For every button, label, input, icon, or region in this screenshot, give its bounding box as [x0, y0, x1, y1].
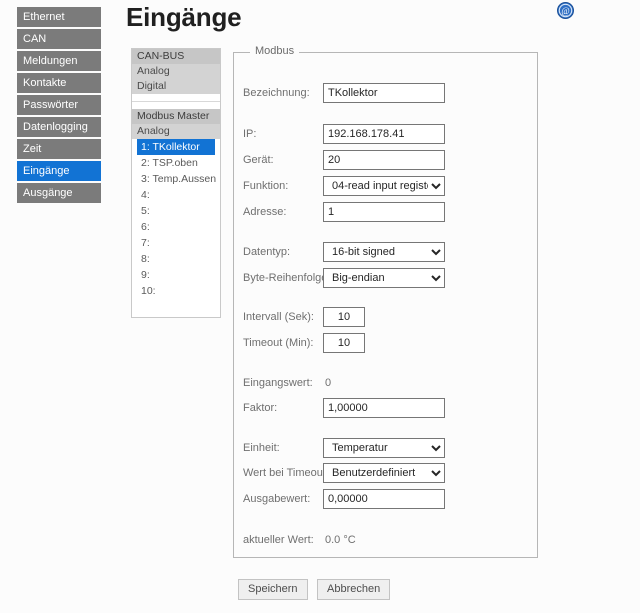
app-root: EthernetCANMeldungenKontaktePasswörterDa…: [0, 0, 640, 613]
tree-sub-analog[interactable]: Analog: [132, 124, 220, 139]
wert-bei-timeout-select[interactable]: Benutzerdefiniert: [323, 463, 445, 483]
sidebar-item-meldungen[interactable]: Meldungen: [17, 51, 101, 71]
tree-item[interactable]: 9:: [132, 267, 220, 283]
datentyp-select[interactable]: 16-bit signed: [323, 242, 445, 262]
tree-item[interactable]: 5:: [132, 203, 220, 219]
tree-item[interactable]: 4:: [132, 187, 220, 203]
modbus-legend: Modbus: [250, 45, 299, 57]
adresse-input[interactable]: [323, 202, 445, 222]
tree-item[interactable]: 10:: [132, 283, 220, 299]
timeout-input[interactable]: [323, 333, 365, 353]
tree-group-modbus-master[interactable]: Modbus Master: [132, 109, 220, 124]
label-bezeichnung: Bezeichnung:: [243, 83, 321, 103]
einheit-select[interactable]: Temperatur: [323, 438, 445, 458]
tree-item[interactable]: 1: TKollektor: [137, 139, 215, 155]
tree-spacer: [132, 94, 220, 101]
sidebar-item-zeit[interactable]: Zeit: [17, 139, 101, 159]
label-funktion: Funktion:: [243, 176, 321, 196]
label-eingangswert: Eingangswert:: [243, 373, 321, 393]
tree-group-can-bus[interactable]: CAN-BUS: [132, 49, 220, 64]
sidebar-item-datenlogging[interactable]: Datenlogging: [17, 117, 101, 137]
page-title: Eingänge: [126, 2, 241, 33]
tree-sub-digital[interactable]: Digital: [132, 79, 220, 94]
tree-item[interactable]: 6:: [132, 219, 220, 235]
save-button[interactable]: Speichern: [238, 579, 308, 600]
sidebar-item-ethernet[interactable]: Ethernet: [17, 7, 101, 27]
label-intervall: Intervall (Sek):: [243, 307, 321, 327]
byte-order-select[interactable]: Big-endian: [323, 268, 445, 288]
sidebar-item-eing-nge[interactable]: Eingänge: [17, 161, 101, 181]
tree-item[interactable]: 2: TSP.oben: [132, 155, 220, 171]
intervall-input[interactable]: [323, 307, 365, 327]
faktor-input[interactable]: [323, 398, 445, 418]
label-ip: IP:: [243, 124, 321, 144]
funktion-select[interactable]: 04-read input register: [323, 176, 445, 196]
label-byte-order: Byte-Reihenfolge:: [243, 268, 321, 288]
sidebar-nav: EthernetCANMeldungenKontaktePasswörterDa…: [17, 7, 101, 205]
label-faktor: Faktor:: [243, 398, 321, 418]
label-wert-bei-timeout: Wert bei Timeout:: [243, 463, 321, 483]
label-einheit: Einheit:: [243, 438, 321, 458]
sidebar-item-kontakte[interactable]: Kontakte: [17, 73, 101, 93]
sidebar-item-ausg-nge[interactable]: Ausgänge: [17, 183, 101, 203]
label-aktueller-wert: aktueller Wert:: [243, 530, 321, 550]
cancel-button[interactable]: Abbrechen: [317, 579, 390, 600]
label-adresse: Adresse:: [243, 202, 321, 222]
ausgabewert-input[interactable]: [323, 489, 445, 509]
label-datentyp: Datentyp:: [243, 242, 321, 262]
help-info-icon[interactable]: @: [557, 2, 574, 19]
tree-sub-analog[interactable]: Analog: [132, 64, 220, 79]
input-tree-panel: CAN-BUSAnalogDigitalModbus MasterAnalog1…: [131, 48, 221, 318]
label-geraet: Gerät:: [243, 150, 321, 170]
tree-item[interactable]: 3: Temp.Aussen: [132, 171, 220, 187]
aktueller-wert-value: 0.0 °C: [325, 530, 356, 550]
bezeichnung-input[interactable]: [323, 83, 445, 103]
eingangswert-value: 0: [325, 373, 331, 393]
form-actions: Speichern Abbrechen: [238, 579, 395, 600]
tree-spacer: [132, 102, 220, 109]
geraet-input[interactable]: [323, 150, 445, 170]
sidebar-item-passw-rter[interactable]: Passwörter: [17, 95, 101, 115]
sidebar-item-can[interactable]: CAN: [17, 29, 101, 49]
label-ausgabewert: Ausgabewert:: [243, 489, 321, 509]
svg-text:@: @: [561, 6, 569, 16]
ip-input[interactable]: [323, 124, 445, 144]
tree-item[interactable]: 8:: [132, 251, 220, 267]
label-timeout: Timeout (Min):: [243, 333, 321, 353]
tree-item[interactable]: 7:: [132, 235, 220, 251]
